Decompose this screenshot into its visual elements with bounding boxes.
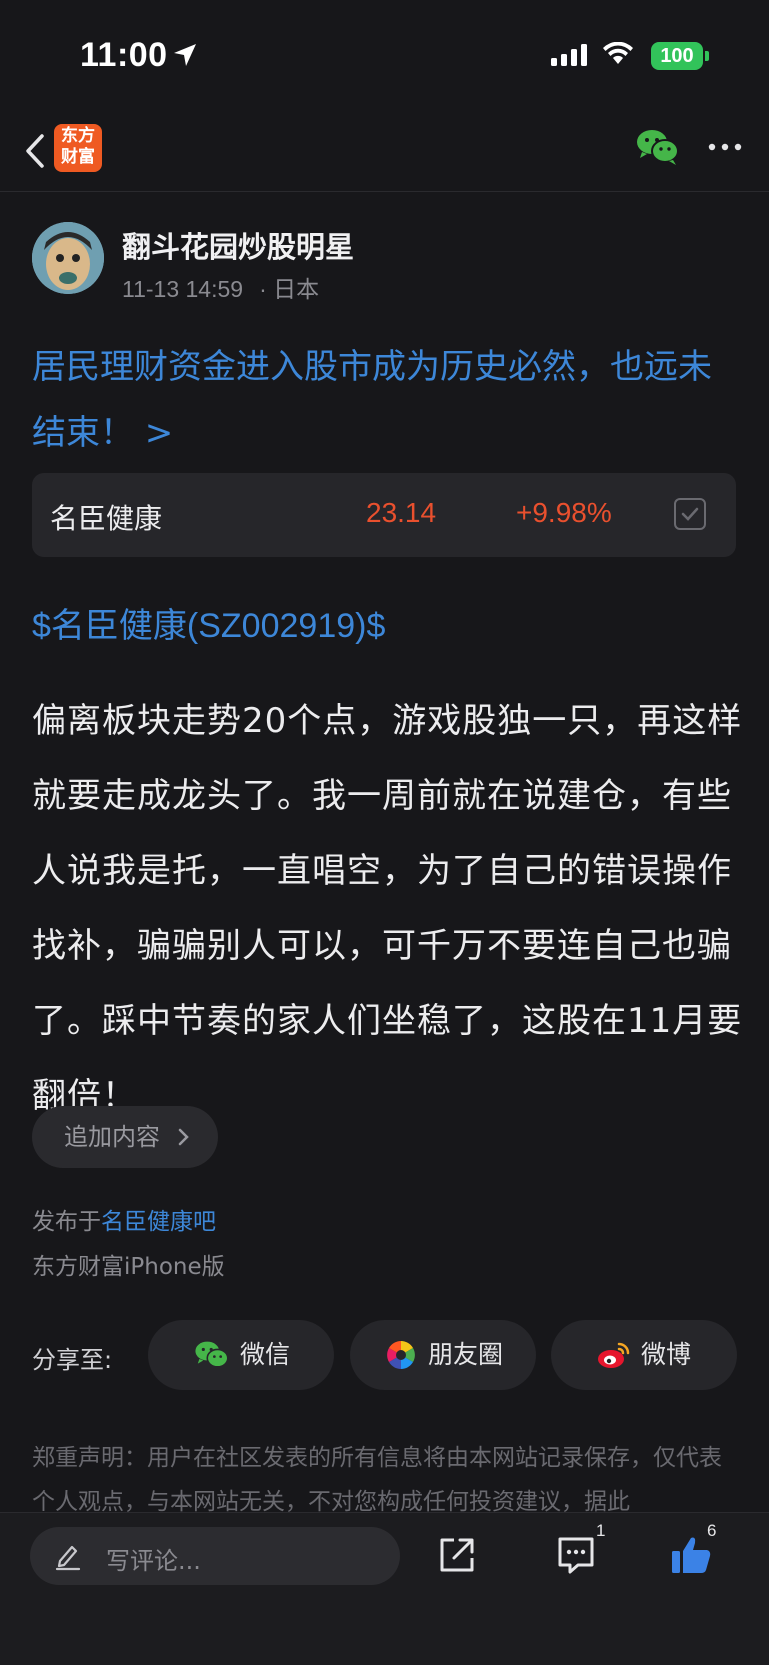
share-weibo-label: 微博: [641, 1340, 692, 1369]
nav-bar: 东方 财富: [0, 112, 769, 192]
share-wechat-button[interactable]: 微信: [148, 1320, 334, 1390]
share-weibo-button[interactable]: 微博: [551, 1320, 737, 1390]
pen-icon: [55, 1545, 81, 1571]
location-arrow-icon: [174, 44, 196, 66]
share-icon[interactable]: [437, 1535, 477, 1575]
share-moments-button[interactable]: 朋友圈: [350, 1320, 536, 1390]
post-body: 偏离板块走势20个点，游戏股独一只，再这样就要走成龙头了。我一周前就在说建仓，有…: [32, 701, 743, 1116]
post-location: · 日本: [259, 276, 320, 302]
forum-link[interactable]: 名臣健康吧: [101, 1209, 216, 1235]
client-source: 东方财富iPhone版: [32, 1254, 225, 1280]
signal-icon: [551, 44, 587, 66]
share-label: 分享至:: [32, 1346, 113, 1374]
avatar-image: [32, 222, 104, 294]
comment-placeholder: 写评论...: [106, 1547, 201, 1575]
post-headline[interactable]: 居民理财资金进入股市成为历史必然，也远未结束！ >: [32, 334, 742, 466]
bottom-bar: 写评论... 1 6: [0, 1512, 769, 1665]
published-prefix: 发布于: [32, 1209, 101, 1235]
share-moments-label: 朋友圈: [428, 1340, 504, 1369]
chevron-right-icon: [178, 1128, 189, 1146]
share-wechat-label: 微信: [240, 1340, 291, 1369]
checkbox-icon[interactable]: [674, 498, 706, 530]
wifi-icon: [603, 42, 633, 64]
disclaimer: 郑重声明：用户在社区发表的所有信息将由本网站记录保存，仅代表个人观点，与本网站无…: [32, 1445, 722, 1515]
post-timestamp: 11-13 14:59: [122, 276, 244, 302]
status-time: 11:00: [80, 36, 168, 74]
battery-tip: [705, 51, 709, 61]
app-logo[interactable]: 东方 财富: [54, 124, 102, 172]
stock-change: +9.98%: [516, 497, 612, 528]
wechat-icon: [195, 1341, 229, 1368]
comment-count: 1: [596, 1521, 606, 1540]
post-meta: 11-13 14:59 · 日本: [122, 270, 319, 304]
comment-icon[interactable]: [556, 1535, 596, 1575]
like-count: 6: [707, 1521, 717, 1540]
logo-line-2: 财富: [61, 147, 95, 167]
more-icon[interactable]: [708, 142, 742, 152]
published-in: 发布于名臣健康吧: [32, 1202, 216, 1236]
back-chevron-icon[interactable]: [18, 128, 52, 174]
add-content-label: 追加内容: [64, 1123, 160, 1151]
stock-price: 23.14: [366, 497, 437, 528]
stock-link[interactable]: $名臣健康(SZ002919)$: [32, 598, 385, 647]
moments-icon: [387, 1341, 415, 1369]
wechat-icon[interactable]: [636, 128, 680, 166]
thumbs-up-icon[interactable]: [670, 1535, 712, 1575]
status-bar: 11:00 100: [0, 0, 769, 112]
logo-line-1: 东方: [61, 126, 95, 146]
weibo-icon: [598, 1342, 630, 1368]
author-name[interactable]: 翻斗花园炒股明星: [122, 224, 354, 266]
comment-input[interactable]: 写评论...: [30, 1527, 400, 1585]
stock-card[interactable]: 名臣健康 23.14 +9.98%: [32, 473, 736, 557]
add-content-button[interactable]: 追加内容: [32, 1106, 218, 1168]
stock-name: 名臣健康: [50, 502, 163, 535]
avatar[interactable]: [32, 222, 104, 294]
battery-indicator: 100: [651, 42, 703, 70]
